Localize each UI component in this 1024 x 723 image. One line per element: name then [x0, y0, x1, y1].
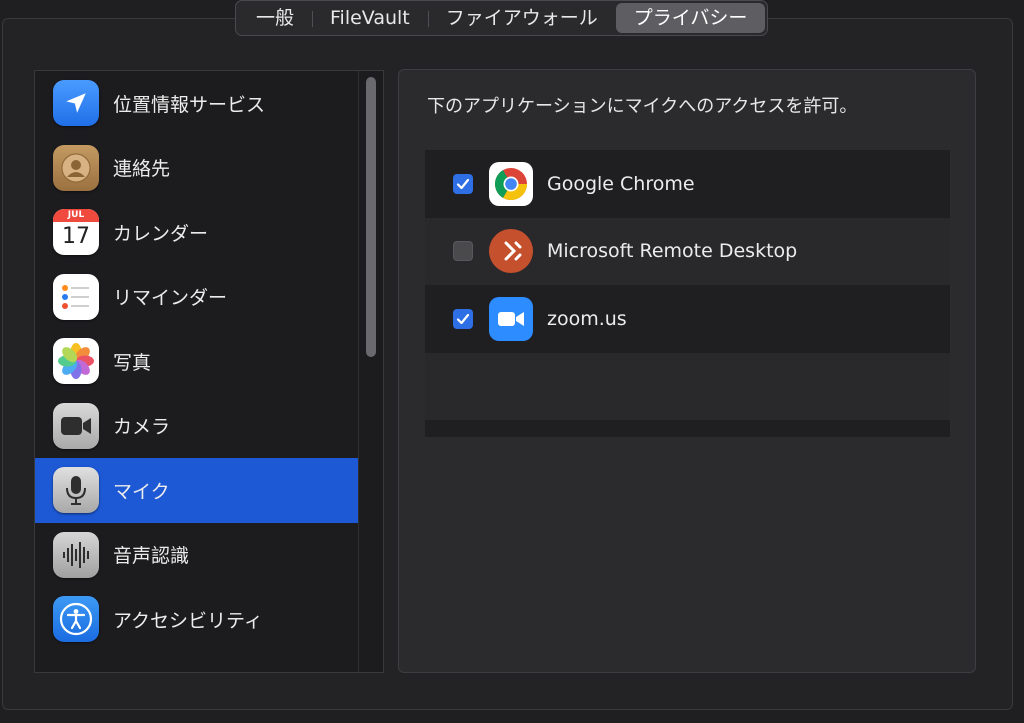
sidebar-item-microphone[interactable]: マイク [35, 458, 360, 523]
camera-icon [53, 402, 99, 449]
tab-filevault[interactable]: FileVault [312, 3, 429, 33]
checkmark-icon [456, 313, 470, 324]
sidebar-item-location-services[interactable]: 位置情報サービス [35, 71, 360, 136]
sidebar-item-label: 位置情報サービス [113, 93, 266, 116]
google-chrome-checkbox[interactable] [453, 173, 473, 194]
sidebar-item-label: リマインダー [113, 287, 228, 310]
tab-privacy[interactable]: プライバシー [615, 3, 766, 33]
sidebar-item-label: 連絡先 [113, 158, 171, 181]
panel-description: 下のアプリケーションにマイクへのアクセスを許可。 [427, 96, 858, 117]
location-arrow-icon [53, 80, 99, 127]
calendar-month: JUL [53, 209, 99, 223]
sidebar-scroll-thumb[interactable] [366, 77, 376, 357]
empty-row [425, 352, 950, 420]
app-name: Google Chrome [547, 172, 695, 195]
zoom-checkbox[interactable] [453, 308, 473, 329]
microphone-icon [53, 467, 99, 514]
sidebar-item-label: 写真 [113, 351, 152, 374]
app-permission-list: Google Chrome Microsoft Remote Desktop z… [425, 150, 950, 437]
app-row-microsoft-remote-desktop[interactable]: Microsoft Remote Desktop [425, 217, 950, 285]
accessibility-icon [53, 596, 99, 643]
tab-firewall[interactable]: ファイアウォール [428, 3, 616, 33]
app-row-google-chrome[interactable]: Google Chrome [425, 150, 950, 218]
sidebar-item-label: アクセシビリティ [113, 609, 263, 632]
sidebar-scrollbar[interactable] [358, 71, 383, 672]
reminders-icon [53, 273, 99, 320]
contacts-icon [53, 144, 99, 191]
sidebar-item-calendar[interactable]: JUL 17 カレンダー [35, 200, 360, 265]
chrome-icon [489, 161, 533, 206]
sidebar-item-reminders[interactable]: リマインダー [35, 265, 360, 330]
app-row-zoom[interactable]: zoom.us [425, 285, 950, 353]
sidebar-item-photos[interactable]: 写真 [35, 329, 360, 394]
app-name: zoom.us [547, 307, 627, 330]
tab-general[interactable]: 一般 [238, 3, 314, 33]
sidebar-item-camera[interactable]: カメラ [35, 394, 360, 459]
microsoft-remote-desktop-checkbox[interactable] [453, 241, 473, 262]
speech-recognition-icon [53, 531, 99, 578]
calendar-day: 17 [62, 224, 90, 250]
microphone-permission-panel: 下のアプリケーションにマイクへのアクセスを許可。 Google Chrome M… [398, 69, 976, 673]
calendar-icon: JUL 17 [53, 209, 99, 256]
photos-icon [53, 338, 99, 385]
sidebar-item-contacts[interactable]: 連絡先 [35, 136, 360, 201]
checkmark-icon [456, 178, 470, 189]
sidebar-item-label: マイク [113, 480, 170, 503]
sidebar-item-accessibility[interactable]: アクセシビリティ [35, 587, 360, 652]
privacy-category-list: 位置情報サービス 連絡先 JUL 17 カレンダー リマインダー 写真 カメラ … [34, 70, 384, 673]
tab-bar: 一般 FileVault ファイアウォール プライバシー [235, 0, 769, 36]
remote-desktop-icon [489, 229, 533, 274]
app-name: Microsoft Remote Desktop [547, 240, 798, 263]
sidebar-item-label: カレンダー [113, 222, 209, 245]
sidebar-item-label: 音声認識 [113, 545, 190, 568]
zoom-icon [489, 296, 533, 341]
sidebar-item-speech-recognition[interactable]: 音声認識 [35, 523, 360, 588]
sidebar-item-label: カメラ [113, 416, 171, 439]
